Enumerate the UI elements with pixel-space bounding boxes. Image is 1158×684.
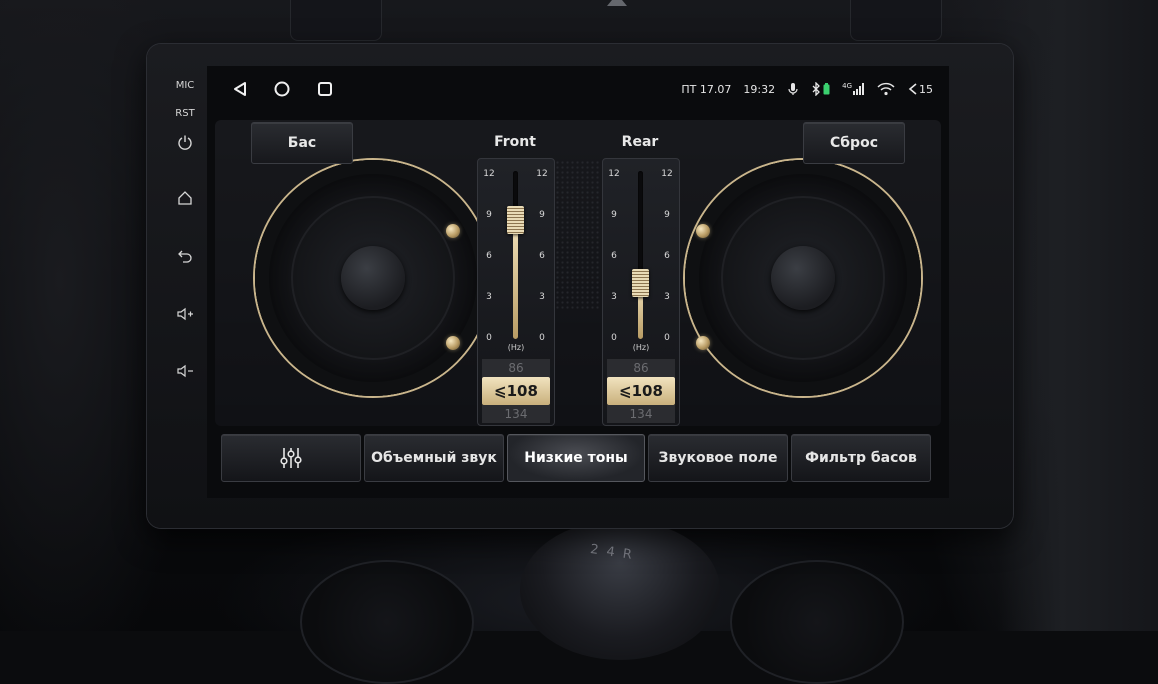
bolt-icon [446, 336, 460, 350]
tab-bass[interactable]: Низкие тоны [507, 434, 645, 482]
scale-tick: 3 [539, 292, 545, 302]
freq-next[interactable]: 134 [607, 405, 675, 423]
battery-icon [823, 83, 830, 95]
slider-fill [513, 220, 518, 339]
day-text: ПТ [681, 82, 697, 96]
climate-knob-left [300, 560, 474, 684]
scale-tick: 0 [486, 333, 492, 343]
scale-tick: 6 [664, 251, 670, 261]
mic-label: MIC [175, 80, 195, 91]
date-text: 17.07 [699, 82, 732, 96]
slider-handle[interactable] [507, 206, 524, 234]
scale-tick: 6 [539, 251, 545, 261]
door-trim [998, 0, 1158, 631]
status-indicators: ПТ 17.07 19:32 4G 15 [681, 82, 933, 96]
freq-next[interactable]: 134 [482, 405, 550, 423]
unit-label: (Hz) [507, 343, 525, 352]
nav-home-icon[interactable] [273, 80, 291, 98]
front-slider-panel: 12 9 6 3 0 12 9 6 3 0 (Hz) 86 ⩽108 134 [477, 158, 555, 426]
wifi-icon [877, 82, 895, 96]
freq-current[interactable]: ⩽108 [482, 377, 550, 405]
scale-tick: 6 [486, 251, 492, 261]
dashboard-vent [850, 0, 942, 41]
freq-previous[interactable]: 86 [607, 359, 675, 377]
freq-current[interactable]: ⩽108 [607, 377, 675, 405]
tab-bass-filter[interactable]: Фильтр басов [791, 434, 931, 482]
home-icon [178, 191, 192, 205]
scale-tick: 9 [611, 210, 617, 220]
scale-tick: 0 [539, 333, 545, 343]
scale-tick: 3 [664, 292, 670, 302]
rear-slider-title: Rear [621, 134, 659, 150]
nav-recents-icon[interactable] [316, 80, 334, 98]
reset-settings-button[interactable]: Сброс [803, 122, 905, 164]
volume-status: 15 [907, 83, 933, 96]
bolt-icon [446, 224, 460, 238]
tab-sound-field[interactable]: Звуковое поле [648, 434, 788, 482]
scale-tick: 9 [539, 210, 545, 220]
unit-label: (Hz) [632, 343, 650, 352]
display-screen: ПТ 17.07 19:32 4G 15 Бас Сброс Front 12 … [207, 66, 949, 498]
bolt-icon [696, 336, 710, 350]
volume-down-button[interactable] [172, 363, 198, 379]
status-bar: ПТ 17.07 19:32 4G 15 [207, 66, 949, 112]
speaker-left [255, 160, 491, 396]
gear-shift-knob [520, 520, 720, 660]
signal-icon [853, 83, 864, 95]
volume-up-icon [177, 307, 193, 321]
bolt-icon [696, 224, 710, 238]
freq-previous[interactable]: 86 [482, 359, 550, 377]
bluetooth-icon [812, 82, 821, 96]
scale-tick: 12 [483, 169, 495, 179]
microphone-icon [788, 83, 798, 95]
nav-back-icon[interactable] [231, 80, 249, 98]
power-button[interactable] [172, 134, 198, 150]
scale-tick: 9 [664, 210, 670, 220]
bass-button[interactable]: Бас [251, 122, 353, 164]
power-icon [178, 135, 192, 150]
back-button[interactable] [172, 248, 198, 264]
speaker-right [685, 160, 921, 396]
reset-button[interactable]: RST [172, 108, 198, 119]
bluetooth-battery [811, 82, 830, 96]
scale-tick: 3 [611, 292, 617, 302]
front-slider-title: Front [494, 134, 536, 150]
scale-tick: 12 [536, 169, 548, 179]
speaker-dust-cap [341, 246, 405, 310]
center-grille [555, 160, 601, 310]
cellular-signal: 4G [842, 83, 865, 95]
volume-down-icon [177, 364, 193, 378]
volume-level: 15 [919, 82, 933, 96]
slider-handle[interactable] [632, 269, 649, 297]
hazard-switch [290, 0, 627, 41]
volume-up-button[interactable] [172, 306, 198, 322]
home-button[interactable] [172, 190, 198, 206]
tab-bar: Объемный звук Низкие тоны Звуковое поле … [221, 434, 937, 482]
rear-slider-panel: 12 9 6 3 0 12 9 6 3 0 (Hz) 86 ⩽108 134 [602, 158, 680, 426]
scale-tick: 6 [611, 251, 617, 261]
speaker-icon [908, 83, 917, 95]
scale-tick: 12 [661, 169, 673, 179]
back-icon [178, 250, 192, 263]
tab-equalizer[interactable] [221, 434, 361, 482]
speaker-dust-cap [771, 246, 835, 310]
scale-tick: 0 [664, 333, 670, 343]
scale-tick: 3 [486, 292, 492, 302]
status-time: 19:32 [743, 82, 776, 96]
scale-tick: 0 [611, 333, 617, 343]
tab-surround-sound[interactable]: Объемный звук [364, 434, 504, 482]
scale-tick: 9 [486, 210, 492, 220]
status-date: ПТ 17.07 [681, 83, 731, 96]
speaker-stage [215, 120, 941, 426]
hazard-icon [607, 0, 627, 6]
network-type: 4G [842, 82, 852, 90]
climate-knob-right [730, 560, 904, 684]
scale-tick: 12 [608, 169, 620, 179]
equalizer-icon [280, 448, 302, 468]
